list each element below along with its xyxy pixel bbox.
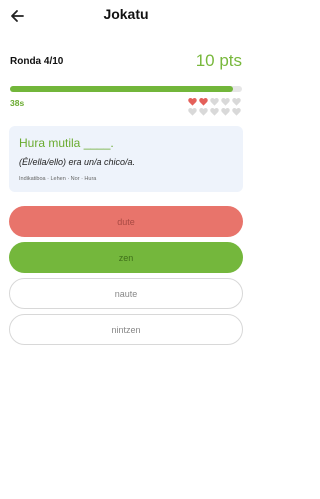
heart-icon	[232, 97, 241, 106]
page-title: Jokatu	[103, 6, 149, 22]
question-prompt: Hura mutila ____.	[19, 136, 114, 150]
app-header: Jokatu	[0, 0, 252, 32]
question-translation: (Él/ella/ello) era un/a chico/a.	[19, 157, 136, 167]
timer-progress-fill	[10, 86, 233, 92]
time-remaining: 38s	[10, 98, 25, 108]
heart-icon	[232, 107, 241, 116]
lives-indicator	[187, 97, 242, 116]
timer-progress-bar	[10, 86, 242, 92]
points-score: 10 pts	[195, 51, 242, 70]
heart-icon	[210, 97, 219, 106]
answer-option[interactable]: naute	[9, 278, 243, 309]
question-meta: Indikatiboa · Lehen · Nor · Hura	[19, 176, 97, 182]
heart-icon	[199, 97, 208, 106]
answer-option-wrong[interactable]: dute	[9, 206, 243, 237]
round-counter: Ronda 4/10	[10, 56, 64, 67]
heart-icon	[199, 107, 208, 116]
heart-icon	[188, 107, 197, 116]
heart-icon	[188, 97, 197, 106]
answer-option-correct[interactable]: zen	[9, 242, 243, 273]
heart-icon	[221, 107, 230, 116]
heart-icon	[221, 97, 230, 106]
question-card: Hura mutila ____. (Él/ella/ello) era un/…	[9, 126, 243, 192]
answer-option[interactable]: nintzen	[9, 314, 243, 345]
heart-icon	[210, 107, 219, 116]
